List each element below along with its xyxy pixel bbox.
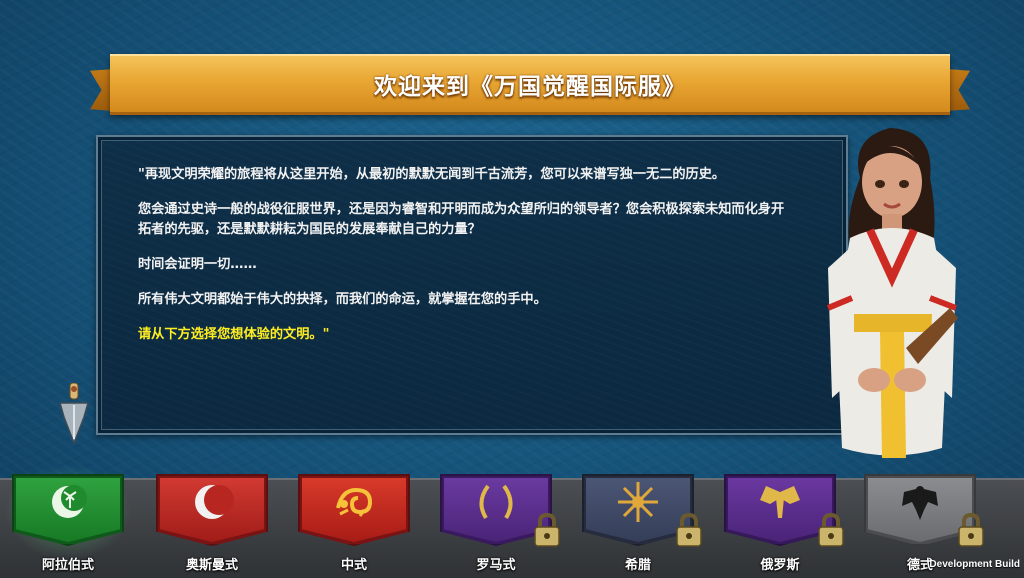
eagle-icon (902, 486, 938, 520)
dialogue-paragraph: "再现文明荣耀的旅程将从这里开始，从最初的默默无闻到千古流芳，您可以来谱写独一无… (138, 167, 726, 182)
civ-option-ottoman[interactable]: 奥斯曼式 (154, 472, 270, 576)
dialogue-panel: "再现文明荣耀的旅程将从这里开始，从最初的默默无闻到千古流芳，您可以来谱写独一无… (96, 135, 848, 435)
lock-icon (676, 512, 702, 547)
double-eagle-icon (760, 486, 800, 518)
development-build-label: Development Build (929, 559, 1020, 570)
civ-option-greek[interactable]: 希腊 (580, 472, 702, 576)
civ-label: 中式 (340, 558, 367, 573)
dialogue-paragraph: 时间会证明一切…… (138, 257, 257, 272)
arrowhead-icon[interactable] (56, 383, 92, 445)
lock-icon (534, 512, 560, 547)
vergina-sun-icon (618, 482, 658, 522)
civ-label: 阿拉伯式 (41, 558, 94, 573)
civ-option-chinese[interactable]: 中式 (296, 472, 412, 576)
civ-option-roman[interactable]: 罗马式 (438, 472, 560, 576)
dragon-icon (336, 487, 373, 517)
dialogue-paragraph: 所有伟大文明都始于伟大的抉择，而我们的命运，就掌握在您的手中。 (138, 292, 547, 307)
civ-label: 希腊 (624, 558, 651, 573)
banner-title: 欢迎来到《万国觉醒国际服》 (374, 74, 686, 100)
lock-icon (818, 512, 844, 547)
civ-label: 奥斯曼式 (185, 558, 238, 573)
laurel-wreath-icon (479, 484, 513, 520)
civ-label: 罗马式 (476, 558, 516, 573)
dialogue-text: "再现文明荣耀的旅程将从这里开始，从最初的默默无闻到千古流芳，您可以来谱写独一无… (138, 165, 793, 360)
lock-icon (958, 512, 984, 547)
civ-option-arabian[interactable]: 阿拉伯式 (4, 464, 132, 576)
civ-label: 俄罗斯 (760, 558, 800, 573)
advisor-character (826, 128, 958, 458)
banner-ribbon: 欢迎来到《万国觉醒国际服》 (110, 54, 950, 115)
civ-option-russian[interactable]: 俄罗斯 (722, 472, 844, 576)
dialogue-paragraph: 您会通过史诗一般的战役征服世界，还是因为睿智和开明而成为众望所归的领导者？您会积… (138, 202, 785, 237)
dialogue-prompt: 请从下方选择您想体验的文明。" (138, 327, 330, 342)
title-banner: 欢迎来到《万国觉醒国际服》 (90, 52, 970, 118)
crescent-palm-icon (52, 485, 87, 518)
crescent-icon (195, 485, 234, 519)
